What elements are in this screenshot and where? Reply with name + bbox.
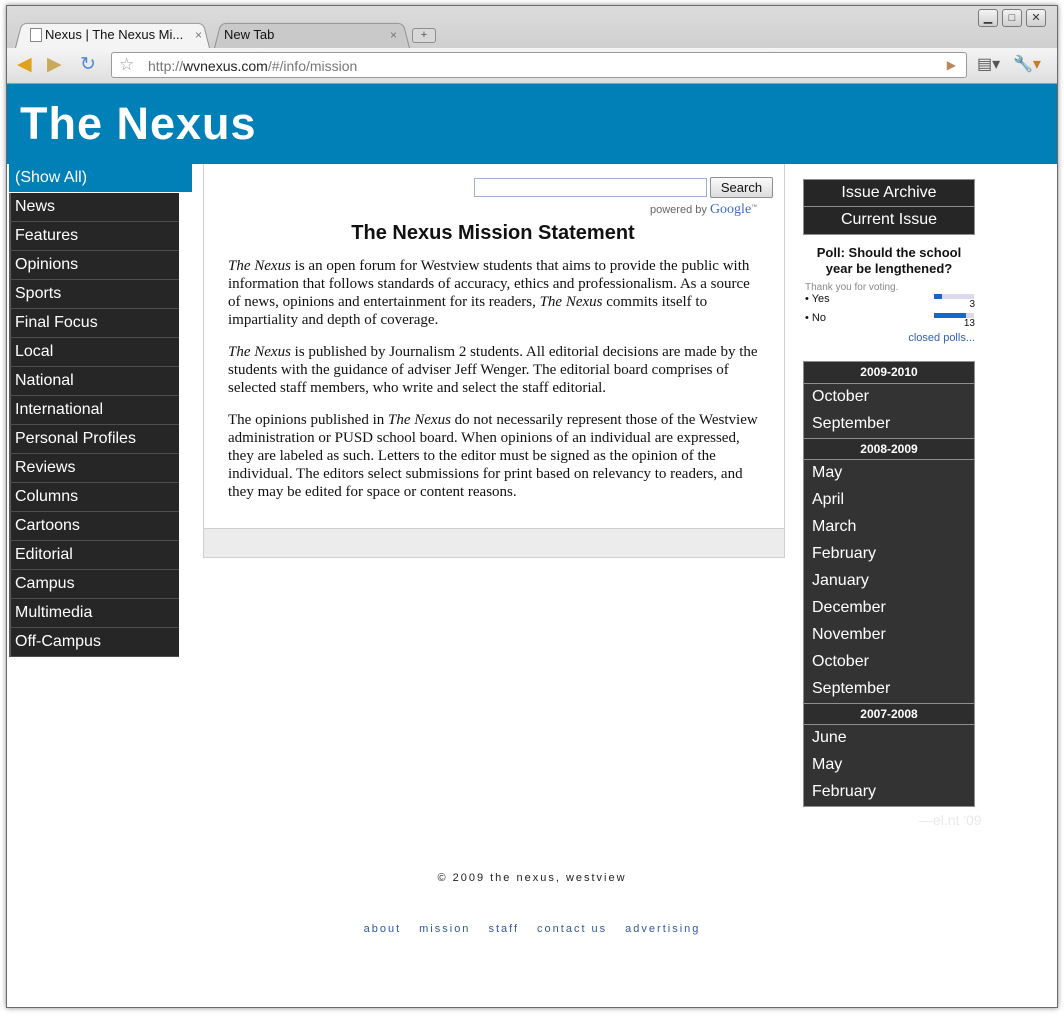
poll-option-label: • No <box>805 312 826 324</box>
nav-item-multimedia[interactable]: Multimedia <box>9 599 179 628</box>
right-sidebar: Issue Archive Current Issue Poll: Should… <box>803 179 975 807</box>
wrench-icon[interactable]: 🔧▾ <box>1013 55 1041 75</box>
search-input[interactable] <box>474 178 707 197</box>
new-tab-button[interactable]: + <box>412 28 436 43</box>
archive-month-link[interactable]: May <box>804 752 974 779</box>
browser-chrome: ▁ □ ✕ Nexus | The Nexus Mi... × New Tab … <box>7 6 1057 84</box>
archive-month-link[interactable]: September <box>804 676 974 703</box>
back-icon[interactable]: ◀ <box>17 55 32 75</box>
poll-thanks: Thank you for voting. <box>805 282 899 293</box>
archive-month-link[interactable]: November <box>804 622 974 649</box>
archive-month-link[interactable]: February <box>804 779 974 806</box>
design-credit: —el.nt '09 <box>919 812 982 828</box>
paragraph: The Nexus is published by Journalism 2 s… <box>228 344 758 396</box>
nav-item-reviews[interactable]: Reviews <box>9 454 179 483</box>
poll-question: Poll: Should the school year be lengthen… <box>816 245 962 276</box>
archive-month-link[interactable]: January <box>804 568 974 595</box>
mission-text: The Nexus is an open forum for Westview … <box>228 257 762 515</box>
archive-year: 2009-2010 <box>804 362 974 384</box>
page-icon <box>30 28 42 42</box>
nav-item-features[interactable]: Features <box>9 222 179 251</box>
archive-month-link[interactable]: May <box>804 460 974 487</box>
nav-item-cartoons[interactable]: Cartoons <box>9 512 179 541</box>
poll-count: 13 <box>963 318 975 329</box>
poll: Poll: Should the school year be lengthen… <box>803 245 975 344</box>
site-title[interactable]: The Nexus <box>20 98 257 150</box>
maximize-icon[interactable]: □ <box>1002 9 1022 27</box>
toolbar: ◀ ▶ ↻ ☆ http://wvnexus.com/#/info/missio… <box>7 48 1057 84</box>
archive-month-link[interactable]: December <box>804 595 974 622</box>
site-header: The Nexus <box>7 84 1057 164</box>
archive-month-link[interactable]: June <box>804 725 974 752</box>
poll-option-label: • Yes <box>805 293 830 305</box>
nav-item-international[interactable]: International <box>9 396 179 425</box>
nav-item-editorial[interactable]: Editorial <box>9 541 179 570</box>
tab-nexus[interactable]: Nexus | The Nexus Mi... × <box>15 21 210 48</box>
poll-count: 3 <box>969 299 975 310</box>
closed-polls-link[interactable]: closed polls... <box>803 332 975 344</box>
star-icon[interactable]: ☆ <box>119 55 134 75</box>
archive-month-link[interactable]: April <box>804 487 974 514</box>
nav-item-final-focus[interactable]: Final Focus <box>9 309 179 338</box>
nav-item-personal-profiles[interactable]: Personal Profiles <box>9 425 179 454</box>
show-all-link[interactable]: (Show All) <box>9 164 192 192</box>
footer-link-mission[interactable]: mission <box>419 923 470 935</box>
page-title: The Nexus Mission Statement <box>351 222 635 244</box>
footer-link-advertising[interactable]: advertising <box>625 923 700 935</box>
url-text[interactable]: http://wvnexus.com/#/info/mission <box>148 58 357 74</box>
archive-year: 2008-2009 <box>804 438 974 460</box>
archive-month-link[interactable]: October <box>804 384 974 411</box>
content-footer-bar <box>204 528 784 557</box>
nav-item-local[interactable]: Local <box>9 338 179 367</box>
poll-bar-fill <box>934 294 942 299</box>
footer-link-contact-us[interactable]: contact us <box>537 923 607 935</box>
address-bar[interactable]: ☆ http://wvnexus.com/#/info/mission ▶ <box>111 52 967 78</box>
footer-link-about[interactable]: about <box>364 923 402 935</box>
main-content: Search powered by Google™ The Nexus Miss… <box>203 164 785 558</box>
poll-option: • Yes 3 <box>803 293 975 312</box>
close-icon[interactable]: ✕ <box>1026 9 1046 27</box>
issue-archive-list: 2009-2010 October September 2008-2009 May Apr… <box>803 361 975 807</box>
tab-title: Nexus | The Nexus Mi... <box>45 27 184 42</box>
nav-item-campus[interactable]: Campus <box>9 570 179 599</box>
nav-item-sports[interactable]: Sports <box>9 280 179 309</box>
tab-title: New Tab <box>224 27 275 42</box>
tab-close-icon[interactable]: × <box>195 28 202 42</box>
archive-month-link[interactable]: February <box>804 541 974 568</box>
nav-item-news[interactable]: News <box>9 193 179 222</box>
nav-item-national[interactable]: National <box>9 367 179 396</box>
copyright: © 2009 the nexus, westview <box>437 872 627 884</box>
tab-close-icon[interactable]: × <box>390 28 397 42</box>
paragraph: The Nexus is an open forum for Westview … <box>228 258 750 328</box>
footer-links: about mission staff contact us advertising <box>7 923 1057 935</box>
nav-item-opinions[interactable]: Opinions <box>9 251 179 280</box>
powered-by-google: powered by Google™ <box>650 202 758 217</box>
nav-item-columns[interactable]: Columns <box>9 483 179 512</box>
archive-month-link[interactable]: March <box>804 514 974 541</box>
issue-archive-button[interactable]: Issue Archive <box>803 179 975 207</box>
poll-results: • Yes 3 • No 13 <box>803 293 975 331</box>
footer-link-staff[interactable]: staff <box>488 923 519 935</box>
archive-month-link[interactable]: September <box>804 411 974 438</box>
minimize-icon[interactable]: ▁ <box>978 9 998 27</box>
tab-new[interactable]: New Tab × <box>214 21 410 48</box>
archive-year: 2007-2008 <box>804 703 974 725</box>
page-menu-icon[interactable]: ▤▾ <box>977 55 1000 75</box>
section-nav: News Features Opinions Sports Final Focus Loc… <box>9 193 179 657</box>
forward-icon[interactable]: ▶ <box>47 55 62 75</box>
poll-bar-fill <box>934 313 967 318</box>
reload-icon[interactable]: ↻ <box>80 55 96 75</box>
go-icon[interactable]: ▶ <box>947 58 956 72</box>
archive-month-link[interactable]: October <box>804 649 974 676</box>
paragraph: The opinions published in The Nexus do n… <box>228 412 758 500</box>
nav-item-off-campus[interactable]: Off-Campus <box>9 628 179 657</box>
poll-bar <box>934 294 974 299</box>
poll-option: • No 13 <box>803 312 975 331</box>
search-button[interactable]: Search <box>710 177 773 198</box>
browser-window: ▁ □ ✕ Nexus | The Nexus Mi... × New Tab … <box>6 5 1058 1008</box>
current-issue-button[interactable]: Current Issue <box>803 207 975 235</box>
